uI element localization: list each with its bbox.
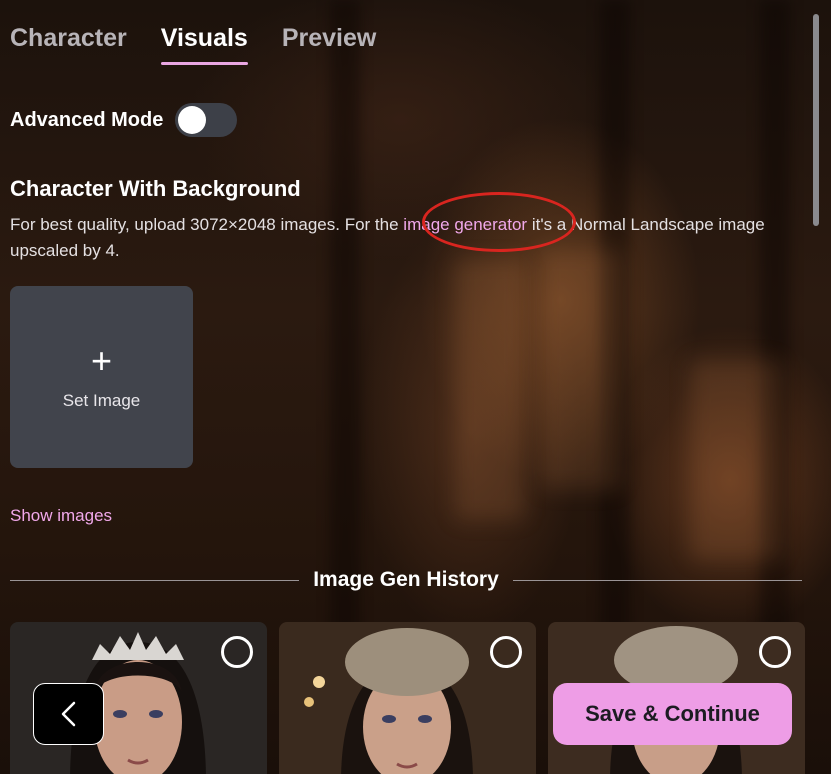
advanced-mode-row: Advanced Mode xyxy=(10,103,238,137)
image-generator-link[interactable]: image generator xyxy=(403,215,527,234)
select-circle-3[interactable] xyxy=(759,636,791,668)
select-circle-2[interactable] xyxy=(490,636,522,668)
scrollbar-thumb[interactable] xyxy=(813,14,819,226)
select-circle-1[interactable] xyxy=(221,636,253,668)
tab-preview[interactable]: Preview xyxy=(282,24,377,65)
scrollbar[interactable] xyxy=(813,0,821,774)
visuals-panel: Character Visuals Preview Advanced Mode … xyxy=(0,0,831,774)
history-image-2[interactable] xyxy=(279,622,536,774)
section-title: Character With Background xyxy=(10,176,301,201)
tab-bar: Character Visuals Preview xyxy=(10,24,376,65)
tab-character[interactable]: Character xyxy=(10,24,127,65)
chevron-left-icon xyxy=(61,701,75,727)
history-title: Image Gen History xyxy=(313,568,499,591)
history-divider: Image Gen History xyxy=(10,568,802,592)
save-continue-button[interactable]: Save & Continue xyxy=(553,683,792,745)
show-images-link[interactable]: Show images xyxy=(10,506,112,526)
description-text-before: For best quality, upload 3072×2048 image… xyxy=(10,215,404,234)
plus-icon: + xyxy=(90,340,113,381)
divider-line-right xyxy=(512,579,802,581)
set-image-button[interactable]: + Set Image xyxy=(10,286,193,468)
set-image-label: Set Image xyxy=(62,391,141,410)
toggle-knob xyxy=(178,106,207,134)
advanced-mode-label: Advanced Mode xyxy=(10,108,164,131)
tab-visuals[interactable]: Visuals xyxy=(160,24,248,65)
back-button[interactable] xyxy=(33,683,104,745)
section-description: For best quality, upload 3072×2048 image… xyxy=(10,212,800,264)
divider-line-left xyxy=(10,579,300,581)
advanced-mode-toggle[interactable] xyxy=(175,103,238,137)
